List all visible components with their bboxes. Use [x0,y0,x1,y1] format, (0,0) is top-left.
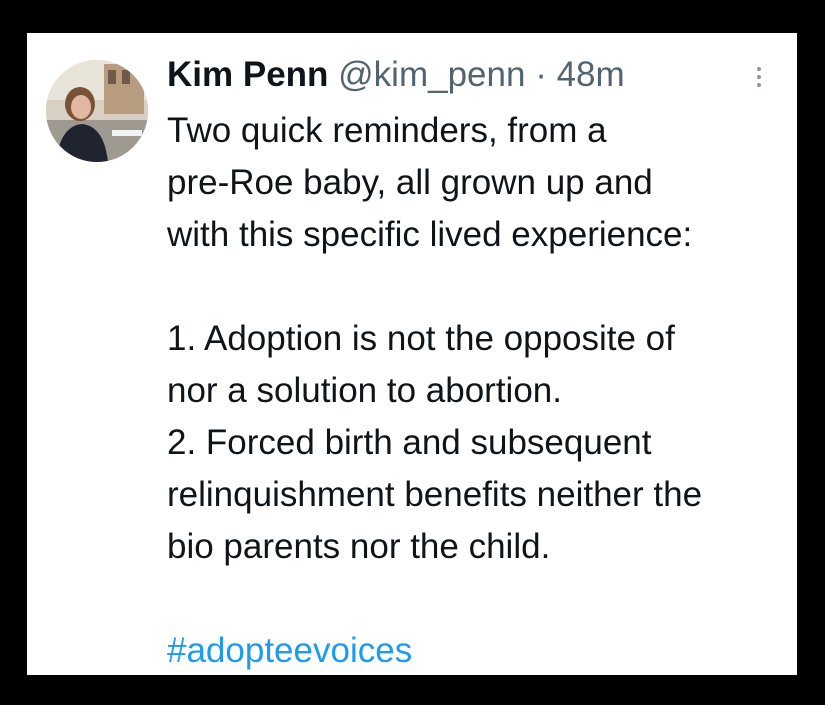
tweet-line: Two quick reminders, from a [167,111,607,150]
tweet-line: with this specific lived experience: [167,215,693,254]
separator-dot: · [535,55,547,94]
more-dot [757,75,761,79]
tweet-line: 2. Forced birth and subsequent [167,423,652,462]
tweet-line: relinquishment benefits neither the [167,475,703,514]
more-dot [757,83,761,87]
tweet-line: 1. Adoption is not the opposite of [167,319,675,358]
more-options-icon[interactable] [749,62,769,92]
avatar[interactable] [46,60,148,162]
author-handle[interactable]: @kim_penn [338,55,525,94]
author-name[interactable]: Kim Penn [167,55,328,94]
tweet-line: nor a solution to abortion. [167,371,562,410]
timestamp[interactable]: 48m [557,55,625,94]
tweet-line: bio parents nor the child. [167,527,551,566]
avatar-photo [46,60,148,162]
tweet-header: Kim Penn @kim_penn · 48m [167,53,625,97]
tweet-line: pre-Roe baby, all grown up and [167,163,653,202]
more-dot [757,67,761,71]
tweet-text: Two quick reminders, from a pre-Roe baby… [167,105,787,677]
hashtag-link[interactable]: #adopteevoices [167,631,412,670]
tweet-card[interactable]: Kim Penn @kim_penn · 48m Two quick remin… [27,33,797,675]
